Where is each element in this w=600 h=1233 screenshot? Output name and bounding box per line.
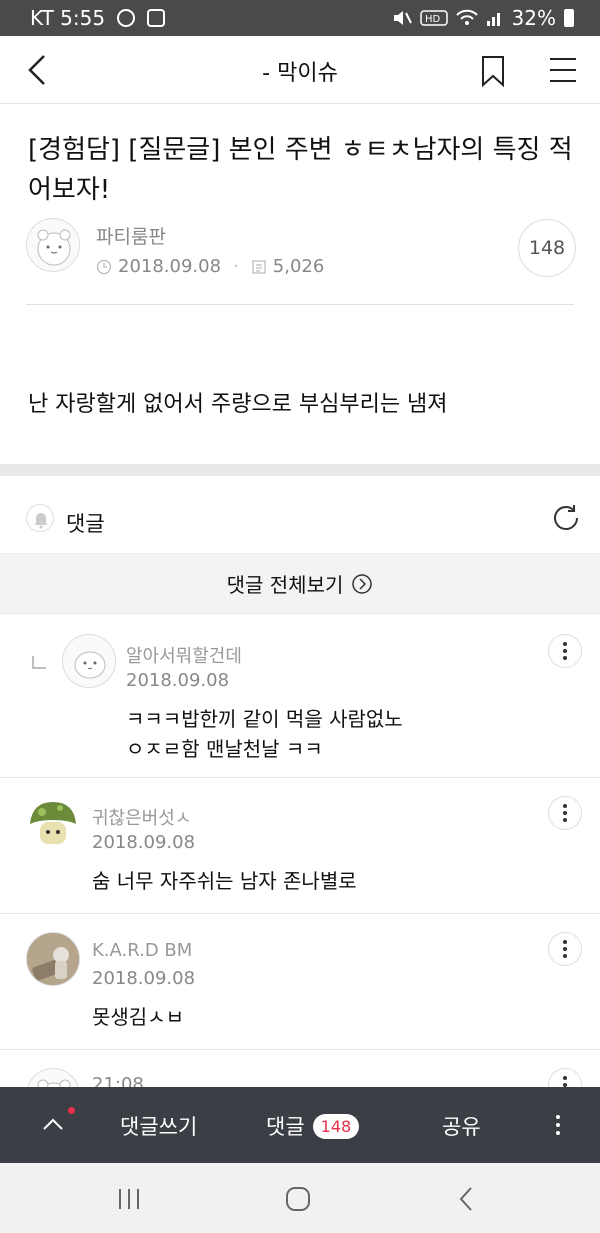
- view-all-comments-button[interactable]: 댓글 전체보기: [0, 554, 600, 614]
- author-name[interactable]: 파티룸판: [96, 222, 166, 249]
- comment-more-button[interactable]: [548, 1068, 582, 1087]
- meta-separator: ·: [233, 256, 239, 277]
- hamster-avatar-icon: [37, 1079, 71, 1087]
- photo-avatar-icon: [27, 933, 79, 985]
- comment-count-circle[interactable]: 148: [518, 219, 576, 277]
- recent-apps-icon[interactable]: [116, 1187, 142, 1211]
- more-options-icon[interactable]: [548, 1111, 568, 1139]
- divider: [26, 304, 574, 305]
- commenter-name[interactable]: 알아서뭐할건데: [126, 642, 242, 668]
- battery-icon: [564, 9, 574, 27]
- comment-date: 21:08: [92, 1074, 144, 1087]
- comments-label: 댓글: [66, 512, 105, 536]
- comment-text: 못생김ㅅㅂ: [92, 1005, 184, 1029]
- comment-date: 2018.09.08: [92, 832, 196, 853]
- commenter-avatar[interactable]: [62, 634, 116, 688]
- comment-more-button[interactable]: [548, 634, 582, 668]
- post-date: 2018.09.08: [118, 256, 222, 277]
- post-meta: 2018.09.08 · 5,026: [96, 256, 324, 277]
- commenter-avatar[interactable]: [26, 932, 80, 986]
- comment-date: 2018.09.08: [92, 968, 196, 989]
- commenter-name[interactable]: 귀찮은버섯ㅅ: [92, 804, 191, 830]
- commenter-avatar[interactable]: [26, 1068, 80, 1087]
- clock-icon: [97, 259, 111, 274]
- bell-icon[interactable]: [26, 504, 54, 532]
- wifi-icon: [455, 9, 478, 25]
- view-all-label: 댓글 전체보기: [226, 573, 344, 597]
- system-nav-bar: [0, 1163, 600, 1233]
- bottom-action-bar: 댓글쓰기 댓글 148 공유: [0, 1087, 600, 1163]
- home-icon[interactable]: [284, 1185, 312, 1213]
- notification-dot: [68, 1107, 75, 1114]
- commenter-name[interactable]: K.A.R.D BM: [92, 940, 192, 961]
- views-icon: [252, 260, 266, 273]
- commenter-avatar[interactable]: [26, 796, 80, 850]
- comment-item: K.A.R.D BM 2018.09.08 못생김ㅅㅂ: [0, 914, 600, 1050]
- hamster-avatar-icon: [37, 229, 71, 266]
- comments-header: 댓글: [0, 476, 600, 554]
- author-avatar[interactable]: [26, 218, 80, 272]
- share-button[interactable]: 공유: [442, 1111, 481, 1141]
- post-body: 난 자랑할게 없어서 주량으로 부심부리는 냄져: [28, 392, 448, 417]
- comment-more-button[interactable]: [548, 796, 582, 830]
- post-views: 5,026: [272, 256, 325, 277]
- status-bar: KT 5:55 HD 32%: [0, 0, 600, 36]
- menu-icon[interactable]: [548, 56, 578, 84]
- comment-item: 알아서뭐할건데 2018.09.08 ㅋㅋㅋ밥한끼 같이 먹을 사람없노 ㅇㅈㄹ…: [0, 614, 600, 778]
- camera-icon: [147, 9, 166, 27]
- mute-icon: [393, 11, 412, 25]
- bookmark-icon[interactable]: [478, 54, 508, 88]
- comments-button[interactable]: 댓글 148: [266, 1111, 360, 1141]
- comment-count-badge: 148: [312, 1113, 360, 1139]
- chevron-right-circle-icon: [352, 573, 373, 594]
- top-header: - 막이슈: [0, 36, 600, 104]
- comment-more-button[interactable]: [548, 932, 582, 966]
- comments-button-label: 댓글: [266, 1115, 305, 1139]
- battery-percent: 32%: [511, 6, 556, 30]
- reply-arrow-icon: [32, 656, 46, 669]
- comment-item: 21:08: [0, 1050, 600, 1087]
- comment-date: 2018.09.08: [126, 670, 230, 691]
- refresh-icon[interactable]: [550, 502, 582, 534]
- timer-icon: [117, 9, 136, 27]
- section-divider: [0, 464, 600, 476]
- comment-item: 귀찮은버섯ㅅ 2018.09.08 숨 너무 자주쉬는 남자 존나별로: [0, 778, 600, 914]
- write-comment-button[interactable]: 댓글쓰기: [120, 1111, 197, 1141]
- comment-text: 숨 너무 자주쉬는 남자 존나별로: [92, 869, 357, 893]
- svg-text:HD: HD: [425, 14, 441, 25]
- mushroom-avatar-icon: [30, 802, 76, 844]
- carrier-time: KT 5:55: [30, 6, 106, 30]
- post-title: [경험담] [질문글] 본인 주변 ㅎㅌㅊ남자의 특징 적어보자!: [28, 135, 573, 205]
- face-avatar-icon: [74, 651, 106, 679]
- system-back-icon[interactable]: [456, 1185, 476, 1213]
- board-title: - 막이슈: [262, 61, 338, 86]
- chevron-up-icon[interactable]: [36, 1109, 70, 1139]
- signal-icon: [486, 13, 500, 26]
- hd-icon: HD: [419, 10, 448, 26]
- comment-text: ㅋㅋㅋ밥한끼 같이 먹을 사람없노 ㅇㅈㄹ함 맨날천날 ㅋㅋ: [126, 707, 403, 761]
